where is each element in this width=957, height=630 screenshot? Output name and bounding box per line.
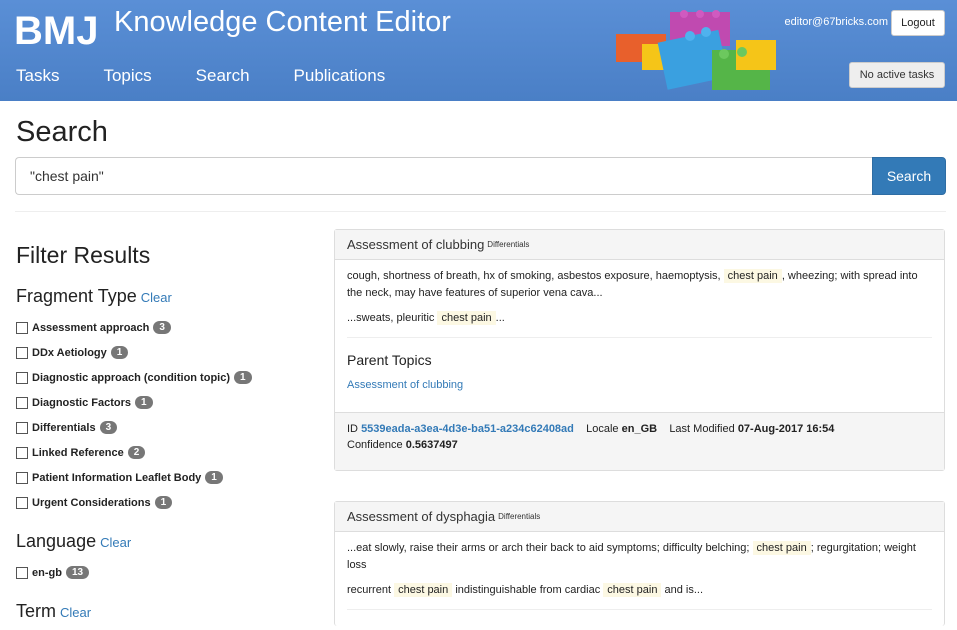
checkbox[interactable] [16, 371, 28, 384]
result-title[interactable]: Assessment of dysphagia [347, 509, 495, 524]
svg-text:BMJ: BMJ [14, 9, 98, 53]
bmj-logo[interactable]: BMJ [14, 6, 98, 54]
language-clear-link[interactable]: Clear [100, 535, 131, 550]
language-heading: Language Clear [16, 531, 132, 551]
filter-option[interactable]: Urgent Considerations 1 [16, 490, 316, 515]
checkbox[interactable] [16, 566, 28, 579]
filter-option[interactable]: Patient Information Leaflet Body 1 [16, 465, 316, 490]
count-badge: 1 [205, 471, 223, 484]
count-badge: 3 [99, 421, 118, 434]
count-badge: 1 [234, 371, 252, 384]
checkbox[interactable] [16, 496, 28, 509]
lego-bricks-illustration [616, 10, 776, 90]
fragment-type-clear-link[interactable]: Clear [141, 290, 172, 305]
nav-publications[interactable]: Publications [294, 66, 386, 86]
filter-option[interactable]: Assessment approach 3 [16, 315, 316, 340]
highlight: chest pain [394, 583, 453, 597]
count-badge: 13 [65, 566, 90, 579]
nav-topics[interactable]: Topics [103, 66, 151, 86]
result-id-link[interactable]: 5539eada-a3ea-4d3e-ba51-a234c62408ad [361, 423, 574, 435]
result-body: ...eat slowly, raise their arms or arch … [335, 532, 944, 610]
filter-option[interactable]: Diagnostic approach (condition topic) 1 [16, 365, 316, 390]
term-clear-link[interactable]: Clear [60, 605, 91, 620]
result-type: Differentials [498, 512, 541, 521]
count-badge: 3 [153, 321, 171, 334]
nav-search[interactable]: Search [196, 66, 250, 86]
count-badge: 2 [127, 446, 146, 459]
checkbox[interactable] [16, 421, 28, 434]
parent-topic-link[interactable]: Assessment of clubbing [347, 377, 932, 394]
highlight: chest pain [437, 311, 496, 325]
parent-topics-heading: Parent Topics [347, 352, 432, 368]
logout-button[interactable]: Logout [891, 10, 945, 36]
filter-option[interactable]: en-gb 13 [16, 560, 316, 585]
search-result: Assessment of clubbing Differentials cou… [334, 229, 945, 471]
filter-option[interactable]: Differentials 3 [16, 415, 316, 440]
result-snippet: ...sweats, pleuritic chest pain... [347, 311, 505, 325]
divider [15, 211, 946, 212]
app-header: BMJ Knowledge Content Editor Tasks Topic… [0, 0, 957, 101]
result-type: Differentials [487, 240, 530, 249]
checkbox[interactable] [16, 346, 28, 359]
active-tasks-button[interactable]: No active tasks [849, 62, 945, 88]
count-badge: 1 [135, 396, 153, 409]
result-meta: ID 5539eada-a3ea-4d3e-ba51-a234c62408ad … [335, 412, 944, 470]
highlight: chest pain [723, 269, 782, 283]
result-snippet: ...eat slowly, raise their arms or arch … [347, 541, 916, 571]
filter-panel: Filter Results Fragment Type Clear Assess… [16, 242, 316, 630]
filter-option[interactable]: Diagnostic Factors 1 [16, 390, 316, 415]
fragment-type-heading: Fragment Type Clear [16, 286, 172, 306]
term-heading: Term Clear [16, 601, 92, 621]
count-badge: 1 [154, 496, 173, 509]
checkbox[interactable] [16, 396, 28, 409]
page-title: Search [16, 116, 108, 148]
highlight: chest pain [603, 583, 662, 597]
user-email: editor@67bricks.com [784, 16, 888, 28]
result-header[interactable]: Assessment of dysphagia Differentials [335, 502, 944, 532]
result-snippet: cough, shortness of breath, hx of smokin… [347, 269, 918, 299]
checkbox[interactable] [16, 321, 28, 334]
search-input[interactable] [15, 157, 872, 195]
highlight: chest pain [752, 541, 811, 555]
result-body: cough, shortness of breath, hx of smokin… [335, 260, 944, 394]
filter-option[interactable]: Linked Reference 2 [16, 440, 316, 465]
filter-option[interactable]: DDx Aetiology 1 [16, 340, 316, 365]
filter-title: Filter Results [16, 242, 151, 268]
app-title: Knowledge Content Editor [114, 6, 451, 38]
checkbox[interactable] [16, 471, 28, 484]
result-snippet: recurrent chest pain indistinguishable f… [347, 583, 704, 597]
nav-tasks[interactable]: Tasks [16, 66, 59, 86]
count-badge: 1 [110, 346, 129, 359]
search-result: Assessment of dysphagia Differentials ..… [334, 501, 945, 626]
main-nav: Tasks Topics Search Publications [16, 66, 429, 86]
search-button[interactable]: Search [872, 157, 946, 195]
checkbox[interactable] [16, 446, 28, 459]
result-header[interactable]: Assessment of clubbing Differentials [335, 230, 944, 260]
search-bar: Search [15, 157, 946, 195]
result-title[interactable]: Assessment of clubbing [347, 237, 484, 252]
